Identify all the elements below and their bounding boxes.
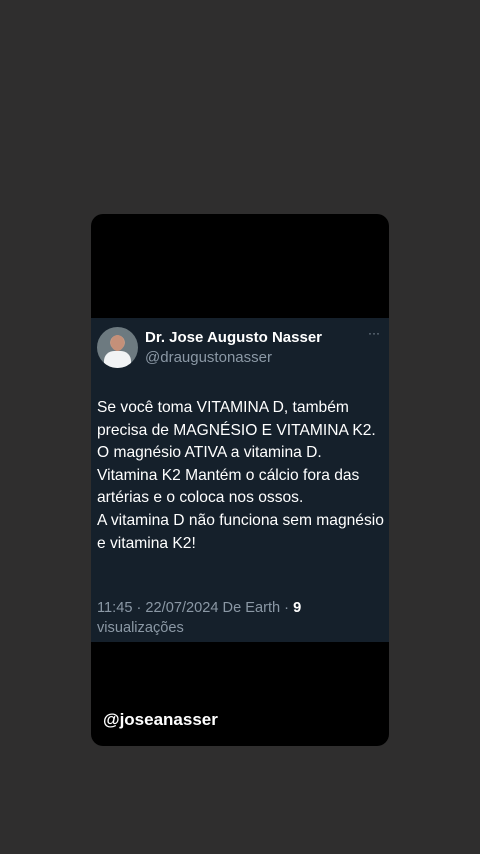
- story-frame: Dr. Jose Augusto Nasser @draugustonasser…: [91, 214, 389, 746]
- avatar-coat: [104, 351, 131, 368]
- meta-separator: ·: [132, 600, 146, 616]
- more-horizontal-icon[interactable]: ···: [367, 327, 381, 342]
- tweet-line: Vitamina K2 Mantém o cálcio fora das art…: [97, 466, 360, 507]
- tweet-line: Se você toma VITAMINA D, também precisa …: [97, 399, 376, 439]
- avatar[interactable]: [97, 327, 138, 368]
- tweet-date[interactable]: 22/07/2024: [145, 600, 218, 616]
- tweet-source: De Earth: [222, 600, 281, 616]
- watermark-handle: @joseanasser: [103, 710, 218, 729]
- meta-separator: ·: [280, 600, 294, 616]
- tweet-line: O magnésio ATIVA a vitamina D.: [97, 444, 322, 462]
- author-handle[interactable]: @draugustonasser: [145, 349, 272, 366]
- author-display-name[interactable]: Dr. Jose Augusto Nasser: [145, 329, 322, 346]
- tweet-time[interactable]: 11:45: [97, 600, 132, 616]
- tweet-card[interactable]: Dr. Jose Augusto Nasser @draugustonasser…: [91, 318, 389, 642]
- tweet-meta: 11:45 · 22/07/2024 De Earth · 9 visualiz…: [97, 598, 377, 638]
- views-count[interactable]: 9: [293, 600, 301, 616]
- views-label[interactable]: visualizações: [97, 620, 184, 636]
- tweet-line: A vitamina D não funciona sem magnésio e…: [97, 511, 384, 552]
- avatar-head: [111, 335, 124, 351]
- tweet-text: Se você toma VITAMINA D, também precisa …: [97, 397, 387, 555]
